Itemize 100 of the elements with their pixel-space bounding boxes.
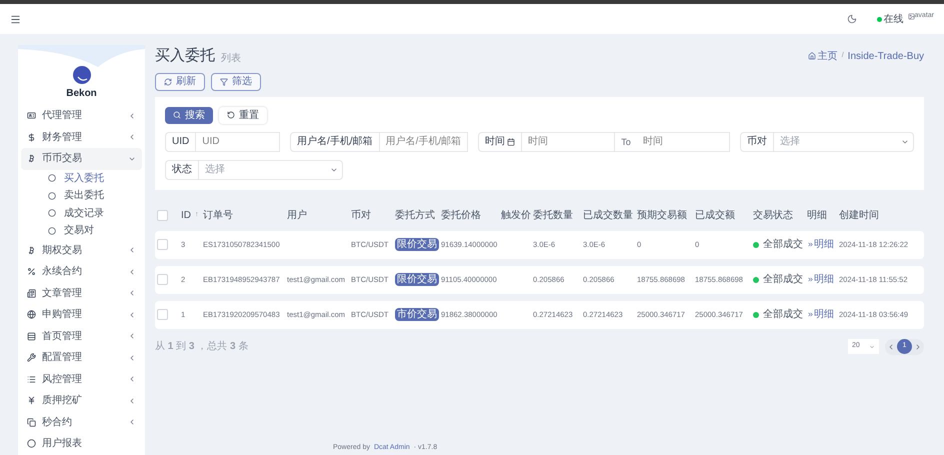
detail-link[interactable]: 明细 bbox=[807, 272, 839, 287]
menu-item-icon bbox=[27, 418, 36, 427]
theme-toggle-icon[interactable] bbox=[846, 14, 857, 24]
column-header: 触发价 bbox=[501, 209, 532, 223]
sidebar-item[interactable]: 申购管理 bbox=[21, 304, 142, 326]
order-type-tag: 限价交易 bbox=[395, 273, 439, 286]
submenu-item[interactable]: 交易对 bbox=[21, 222, 142, 240]
status-text: 全部成交 bbox=[763, 238, 803, 252]
input-field[interactable]: UID bbox=[196, 132, 280, 152]
column-header: 创建时间 bbox=[839, 208, 880, 223]
menu-item-icon bbox=[27, 353, 36, 362]
circle-icon bbox=[48, 174, 56, 182]
search-button[interactable]: 搜索 bbox=[165, 106, 213, 124]
sidebar-item[interactable]: 配置管理 bbox=[21, 347, 142, 368]
input-field[interactable]: 时间 bbox=[522, 132, 616, 152]
page-subtitle: 列表 bbox=[221, 52, 241, 66]
previous-page-icon[interactable] bbox=[887, 342, 895, 350]
reset-button[interactable]: 重置 bbox=[219, 106, 267, 124]
calendar-icon bbox=[507, 138, 515, 146]
filter-icon bbox=[220, 78, 228, 86]
double-chevron-icon bbox=[807, 276, 814, 283]
chevron-icon bbox=[128, 268, 136, 276]
chevron-icon bbox=[128, 332, 136, 340]
next-page-icon[interactable] bbox=[914, 342, 922, 350]
column-header: 明细 bbox=[807, 209, 828, 223]
menu-item-icon bbox=[27, 132, 36, 142]
menu-item-icon bbox=[27, 332, 36, 341]
column-header: 预期交易额 bbox=[637, 208, 688, 223]
submenu-item[interactable]: 成交记录 bbox=[21, 204, 142, 222]
double-chevron-icon bbox=[807, 311, 814, 318]
sidebar-item[interactable]: 质押挖矿 bbox=[21, 390, 142, 412]
menu-item-icon bbox=[27, 439, 36, 448]
chevron-icon bbox=[128, 310, 136, 319]
field-label: UID bbox=[165, 132, 196, 152]
order-type-tag: 限价交易 bbox=[395, 238, 439, 251]
sidebar-item[interactable]: 币币交易 bbox=[21, 148, 142, 170]
sidebar-item[interactable]: 用户报表 bbox=[21, 433, 142, 454]
refresh-icon bbox=[164, 78, 172, 86]
order-type-tag: 市价交易 bbox=[395, 308, 439, 321]
sidebar-item[interactable]: 首页管理 bbox=[21, 326, 142, 347]
circle-icon bbox=[48, 226, 56, 235]
sidebar-item[interactable]: 秒合约 bbox=[21, 412, 142, 433]
status-text: 全部成交 bbox=[763, 272, 803, 287]
menu-item-icon bbox=[27, 246, 36, 255]
sidebar-item[interactable]: 风控管理 bbox=[21, 368, 142, 390]
chevron-icon bbox=[128, 418, 136, 426]
sidebar-item[interactable]: 文章管理 bbox=[21, 282, 142, 304]
submenu-item[interactable]: 卖出委托 bbox=[21, 187, 142, 204]
menu-item-icon bbox=[27, 267, 36, 276]
checkbox[interactable] bbox=[157, 309, 168, 320]
double-chevron-icon bbox=[807, 241, 814, 248]
circle-icon bbox=[48, 192, 56, 200]
status-text: 在线 bbox=[884, 12, 904, 26]
column-header: 委托数量 bbox=[533, 208, 574, 223]
brand-name: Bekon bbox=[66, 87, 97, 101]
logo-icon bbox=[72, 66, 90, 84]
column-header: 用户 bbox=[287, 208, 308, 223]
field-label: 状态 bbox=[165, 160, 199, 180]
chevron-icon bbox=[128, 246, 136, 254]
submenu-item[interactable]: 买入委托 bbox=[21, 170, 142, 187]
column-header: 订单号 bbox=[203, 208, 234, 223]
input-field[interactable]: 用户名/手机/邮箱 bbox=[380, 132, 468, 152]
checkbox[interactable] bbox=[157, 210, 168, 221]
column-header: 已成交额 bbox=[695, 208, 736, 223]
sidebar-item[interactable]: 期权交易 bbox=[21, 240, 142, 261]
column-header: 币对 bbox=[351, 208, 372, 223]
status-text: 全部成交 bbox=[763, 308, 803, 322]
search-icon bbox=[173, 111, 181, 119]
checkbox[interactable] bbox=[157, 239, 168, 250]
chevron-icon bbox=[128, 396, 136, 405]
detail-link[interactable]: 明细 bbox=[807, 237, 839, 252]
page-title: 买入委托 bbox=[155, 46, 215, 66]
pagination-summary: 从 1 到 3 ，总共 3 条 bbox=[155, 340, 248, 354]
menu-icon[interactable] bbox=[10, 14, 21, 24]
chevron-icon bbox=[128, 112, 136, 120]
detail-link[interactable]: 明细 bbox=[807, 307, 839, 322]
range-separator: To bbox=[621, 136, 631, 146]
column-header: 交易状态 bbox=[753, 208, 794, 223]
sidebar-item[interactable]: 永续合约 bbox=[21, 261, 142, 282]
sidebar-item[interactable]: 代理管理 bbox=[21, 105, 142, 126]
circle-icon bbox=[48, 209, 56, 218]
menu-item-icon bbox=[27, 396, 36, 406]
caret-icon bbox=[869, 344, 875, 350]
sidebar-item[interactable]: 财务管理 bbox=[21, 126, 142, 148]
menu-item-icon bbox=[27, 154, 36, 164]
column-header: 委托价格 bbox=[441, 208, 482, 223]
column-header: 委托方式 bbox=[395, 208, 436, 223]
chevron-icon bbox=[128, 375, 136, 384]
toolbar-button[interactable]: 刷新 bbox=[155, 72, 205, 90]
chevron-icon bbox=[128, 133, 136, 142]
input-field[interactable]: 时间 bbox=[636, 132, 730, 152]
field-label: 用户名/手机/邮箱 bbox=[290, 132, 380, 152]
breadcrumb-link[interactable]: 主页 bbox=[818, 48, 838, 64]
home-icon bbox=[808, 52, 816, 60]
menu-item-icon bbox=[27, 111, 36, 120]
toolbar-button[interactable]: 筛选 bbox=[211, 72, 261, 90]
checkbox[interactable] bbox=[157, 274, 168, 285]
menu-item-icon bbox=[27, 288, 36, 298]
reset-icon bbox=[227, 111, 235, 119]
breadcrumb-link[interactable]: Inside-Trade-Buy bbox=[848, 48, 924, 64]
